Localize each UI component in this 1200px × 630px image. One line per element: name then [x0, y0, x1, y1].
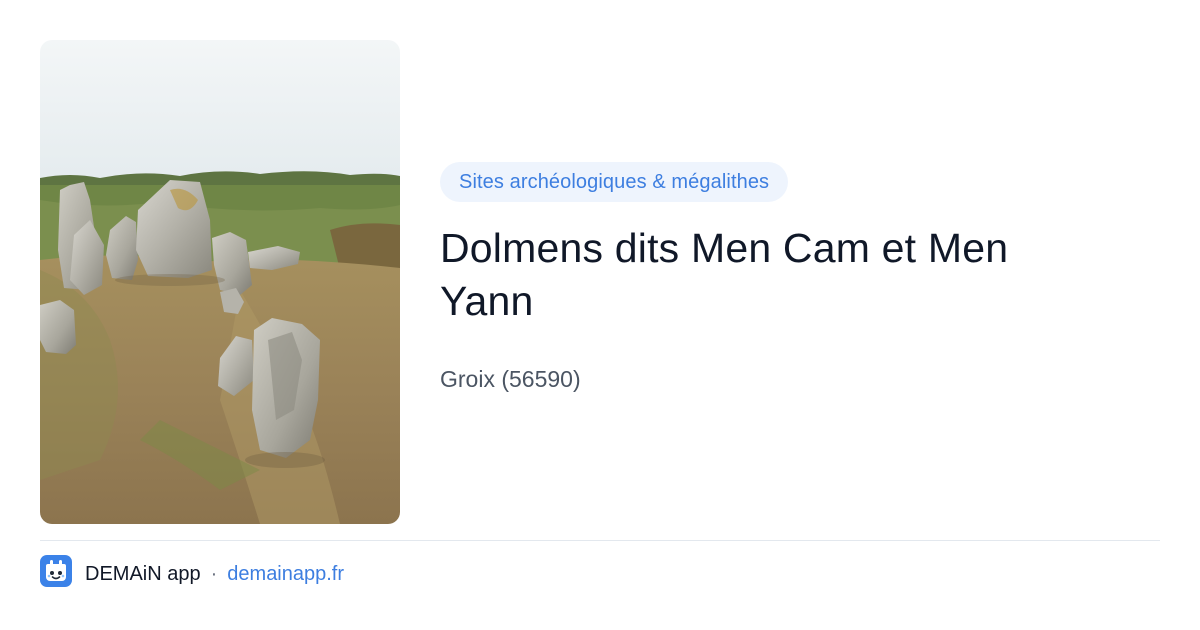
- place-info: Sites archéologiques & mégalithes Dolmen…: [440, 162, 1160, 394]
- demain-app-logo-icon[interactable]: [40, 555, 85, 593]
- app-name: DEMAiN app: [85, 562, 201, 585]
- footer: DEMAiN app · demainapp.fr: [40, 555, 344, 593]
- place-title: Dolmens dits Men Cam et Men Yann: [440, 225, 1009, 324]
- app-domain-link[interactable]: demainapp.fr: [227, 563, 344, 586]
- footer-divider: [40, 540, 1160, 541]
- share-card: Sites archéologiques & mégalithes Dolmen…: [0, 0, 1200, 630]
- place-photo: [40, 40, 400, 524]
- place-locality: Groix (56590): [440, 366, 581, 392]
- category-badge[interactable]: Sites archéologiques & mégalithes: [440, 162, 789, 202]
- footer-separator: ·: [210, 562, 218, 585]
